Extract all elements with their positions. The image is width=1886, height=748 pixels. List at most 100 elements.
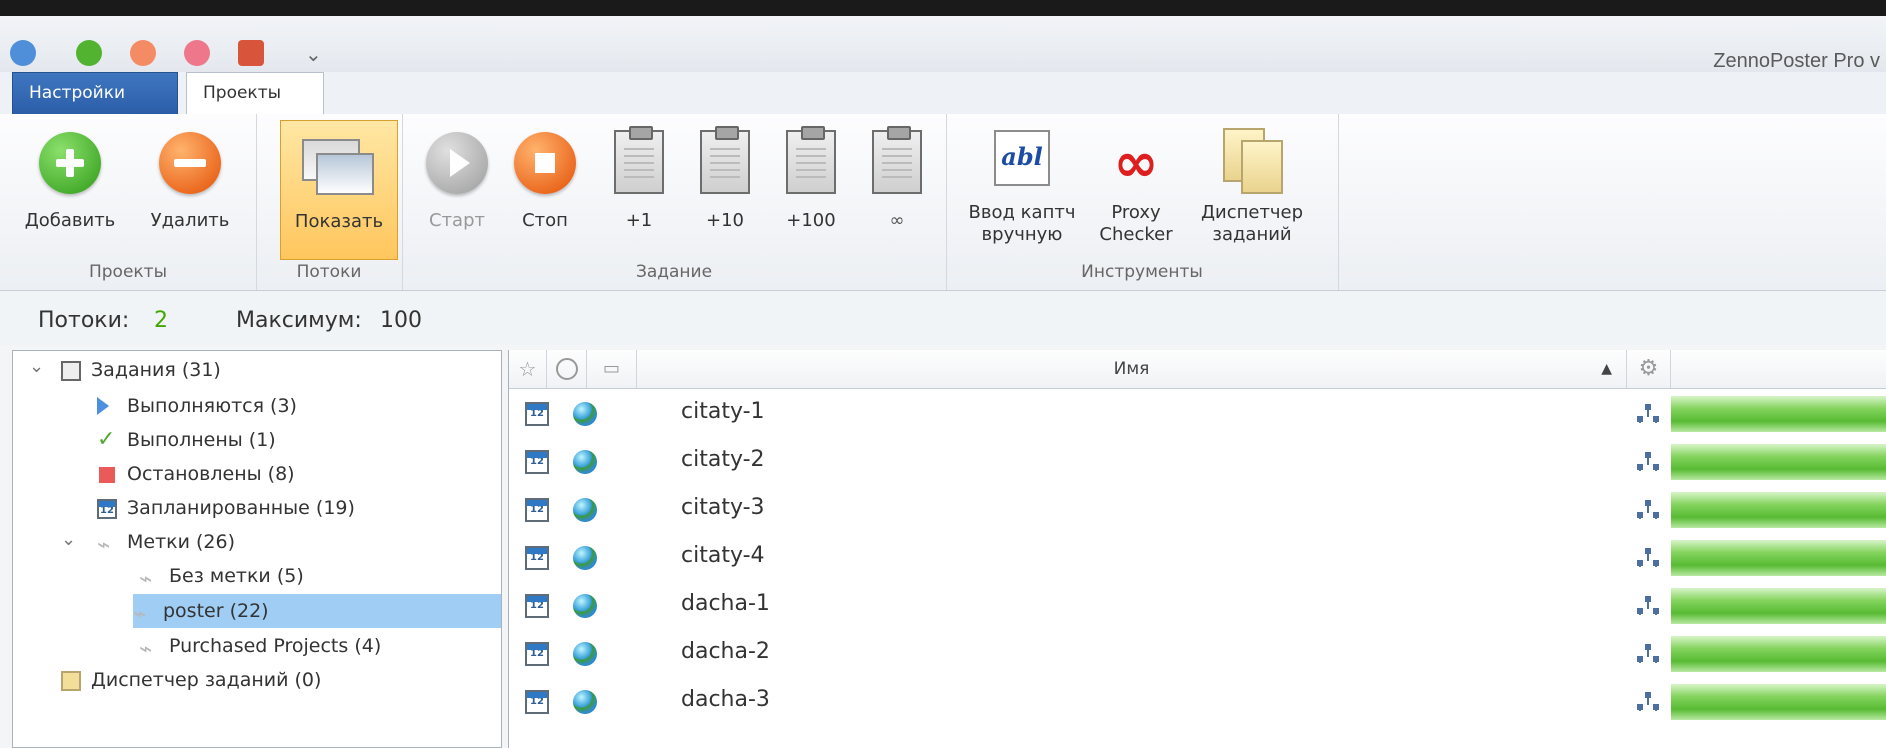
tools-icon[interactable] [238,40,264,66]
tree-item-label: Выполняются (3) [127,395,297,417]
tab-settings[interactable]: Настройки [12,72,178,114]
tree-item-stopped[interactable]: Остановлены (8) [97,457,295,491]
tree-item-label: Без метки (5) [169,565,304,587]
threads-label: Потоки: [38,308,130,333]
progress-bar [1671,492,1886,528]
network-icon[interactable] [1637,642,1659,664]
tags-expander-icon[interactable]: ⌄ [61,529,76,550]
tree-item-completed[interactable]: ✓ Выполнены (1) [97,423,276,457]
table-row[interactable]: 12 citaty-2 [509,438,1886,486]
calendar-icon: 12 [525,498,549,522]
window-title: ZennoPoster Pro v [1713,50,1880,72]
clipboard-icon [786,126,836,194]
table-row[interactable]: 12 citaty-4 [509,534,1886,582]
tag-icon: ⌁ [97,533,111,558]
column-window[interactable]: ▭ [587,350,637,388]
group-caption-task: Задание [635,262,713,282]
infinite-button-label: ∞ [889,210,905,231]
proxy-checker-icon: ∞ [1113,131,1159,194]
task-tree: ⌄ Задания (31) Выполняются (3) ✓ Выполнен… [12,350,502,748]
infinite-button[interactable]: ∞ [856,120,938,280]
tree-item-label: Задания (31) [91,359,221,381]
manual-captcha-button[interactable]: abl Ввод каптч вручную [966,120,1078,280]
add-one-button[interactable]: +1 [598,120,680,280]
add-ten-button[interactable]: +10 [684,120,766,280]
progress-bar [1671,636,1886,672]
windows-icon [302,133,376,197]
tree-item-purchased-projects[interactable]: ⌁ Purchased Projects (4) [139,629,381,663]
tree-item-poster[interactable]: ⌁ poster (22) [133,594,501,628]
window-icon: ▭ [602,358,620,379]
tasks-expander-icon[interactable]: ⌄ [29,356,44,377]
tree-item-tasks[interactable]: Задания (31) [61,353,221,387]
customize-qat-icon[interactable]: ⌄ [305,42,322,66]
network-icon[interactable] [1637,450,1659,472]
ribbon-tabs: Настройки Проекты [0,72,1886,115]
task-manager-icon [61,671,81,691]
column-globe[interactable] [547,350,587,388]
group-projects: Добавить Удалить Проекты [0,114,257,290]
quick-access-toolbar: ⌄ ZennoPoster Pro v [0,16,1886,73]
proxy-checker-button[interactable]: ∞ Proxy Checker [1088,120,1184,280]
clipboard-icon [700,126,750,194]
tab-projects[interactable]: Проекты [186,72,324,114]
column-favorite[interactable]: ☆ [509,350,547,388]
zennoposter-window: ⌄ ZennoPoster Pro v Настройки Проекты До… [0,0,1886,748]
progress-bar [1671,588,1886,624]
add-button[interactable]: Добавить [24,120,116,280]
progress-bar [1671,540,1886,576]
column-progress[interactable] [1671,350,1886,388]
task-name: citaty-4 [681,543,765,568]
column-settings[interactable]: ⚙ [1627,350,1671,388]
name-column-label: Имя [1113,359,1150,379]
play-icon[interactable] [130,40,156,66]
globe-icon [555,358,578,380]
globe-icon [573,450,597,474]
remove-icon [159,132,221,194]
clipboard-icon [872,126,922,194]
stop-button[interactable]: Стоп [504,120,586,280]
task-name: citaty-3 [681,495,765,520]
tag-icon: ⌁ [139,637,153,662]
tree-item-scheduled[interactable]: 12 Запланированные (19) [97,491,355,525]
network-icon[interactable] [1637,690,1659,712]
network-icon[interactable] [1637,546,1659,568]
add-icon [39,132,101,194]
column-name[interactable]: Имя ▲ [637,350,1627,388]
network-icon[interactable] [1637,594,1659,616]
tree-item-running[interactable]: Выполняются (3) [97,389,297,423]
stop-icon[interactable] [184,40,210,66]
task-manager-button[interactable]: Диспетчер заданий [1196,120,1308,280]
table-row[interactable]: 12 dacha-3 [509,678,1886,726]
tree-item-no-tag[interactable]: ⌁ Без метки (5) [139,559,304,593]
tree-item-tags[interactable]: ⌁ Метки (26) [97,525,235,559]
calendar-icon: 12 [525,690,549,714]
threads-count: 2 [154,308,168,333]
table-row[interactable]: 12 dacha-1 [509,582,1886,630]
tree-item-task-manager[interactable]: Диспетчер заданий (0) [61,663,321,697]
remove-button[interactable]: Удалить [144,120,236,280]
manual-captcha-label: Ввод каптч вручную [968,202,1076,245]
add-ten-button-label: +10 [706,210,744,231]
network-icon[interactable] [1637,498,1659,520]
add-button-label: Добавить [24,210,116,231]
add-hundred-button[interactable]: +100 [770,120,852,280]
globe-icon [573,498,597,522]
show-button[interactable]: Показать [280,120,398,260]
add-icon[interactable] [76,40,102,66]
table-row[interactable]: 12 dacha-2 [509,630,1886,678]
star-icon: ☆ [518,357,537,381]
group-tools: abl Ввод каптч вручную ∞ Proxy Checker Д… [946,114,1339,290]
table-row[interactable]: 12 citaty-3 [509,486,1886,534]
group-caption-tools: Инструменты [1081,262,1203,282]
task-manager-label: Диспетчер заданий [1200,202,1304,245]
start-button[interactable]: Старт [416,120,498,280]
table-row[interactable]: 12 citaty-1 [509,390,1886,438]
app-icon[interactable] [10,40,36,66]
clipboard-icon [614,126,664,194]
network-icon[interactable] [1637,402,1659,424]
show-button-label: Показать [294,211,384,232]
check-icon: ✓ [97,427,116,452]
tree-item-label: poster (22) [163,600,269,622]
add-hundred-button-label: +100 [786,210,836,231]
